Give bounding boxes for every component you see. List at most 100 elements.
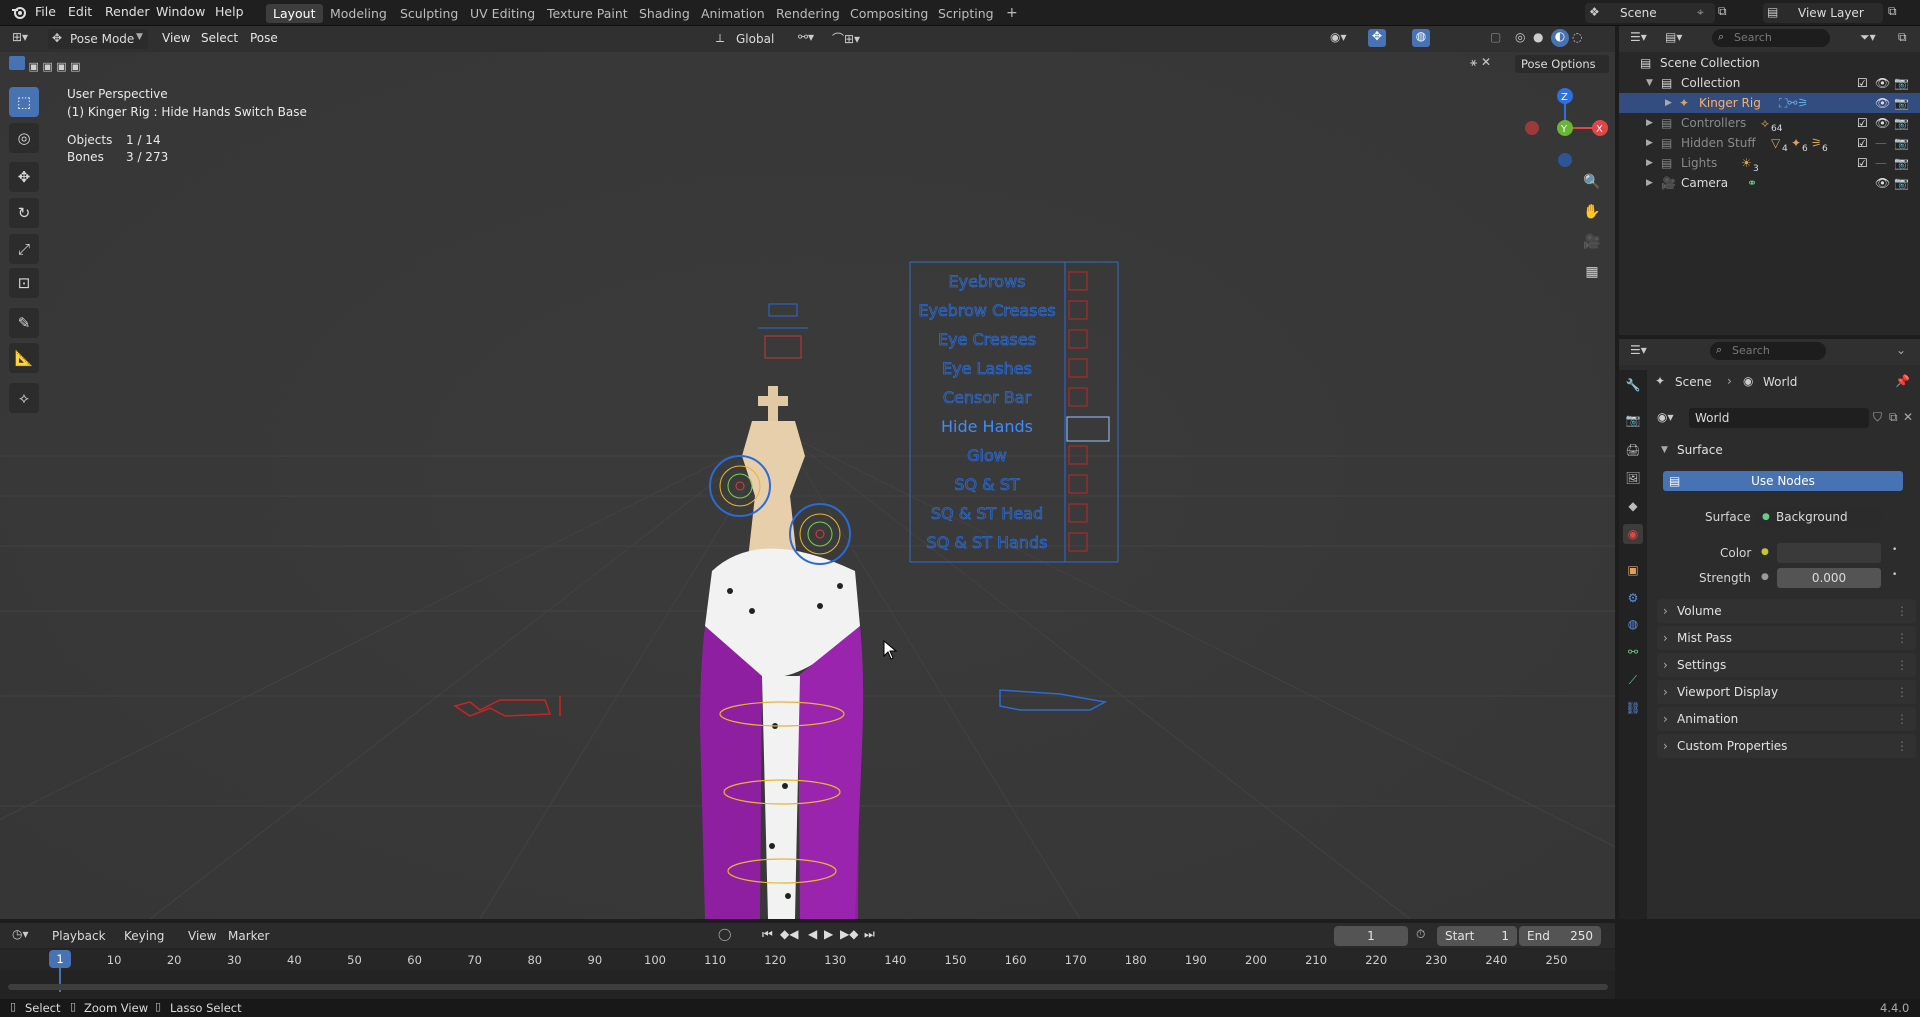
panel-custom-properties[interactable]: › Custom Properties ⋮ bbox=[1657, 734, 1916, 758]
menu-render[interactable]: Render bbox=[105, 4, 150, 19]
view-layer-tab-icon[interactable]: 🖼 bbox=[1623, 468, 1643, 488]
select-box-tool[interactable]: ⬚ bbox=[9, 87, 39, 117]
breadcrumb-scene[interactable]: Scene bbox=[1675, 375, 1712, 389]
drag-handle-icon[interactable]: ⋮ bbox=[1896, 734, 1908, 758]
fake-user-icon[interactable]: ⛉ bbox=[1873, 410, 1882, 425]
mode-selector[interactable]: ✥ Pose Mode ▼ bbox=[48, 29, 148, 49]
pin-icon[interactable]: 📌 bbox=[1895, 374, 1910, 388]
drag-handle-icon[interactable]: ⋮ bbox=[1896, 626, 1908, 650]
scene-tab-icon[interactable]: ◆ bbox=[1623, 496, 1643, 516]
drag-handle-icon[interactable]: ⋮ bbox=[1896, 599, 1908, 623]
outliner-row-lights[interactable]: ▶ ▤ Lights ☀ 3 ☑ — 📷 bbox=[1619, 153, 1920, 174]
annotate-tool[interactable]: ✎ bbox=[9, 308, 39, 338]
checkbox-icon[interactable]: ☑ bbox=[1857, 113, 1868, 133]
output-tab-icon[interactable]: 🖨 bbox=[1623, 440, 1643, 460]
tab-modeling[interactable]: Modeling bbox=[323, 4, 394, 23]
scale-tool[interactable]: ⤢ bbox=[9, 234, 39, 264]
timeline-scrollbar[interactable] bbox=[8, 984, 1608, 990]
camera-view-icon[interactable]: 🎥 bbox=[1578, 228, 1606, 256]
move-tool[interactable]: ✥ bbox=[9, 162, 39, 192]
transform-tool[interactable]: ⊡ bbox=[9, 268, 39, 298]
tab-uv-editing[interactable]: UV Editing bbox=[463, 4, 542, 23]
snap-icon[interactable]: ⌒⊞▾ bbox=[832, 30, 860, 47]
outliner-search[interactable]: ⌕ Search bbox=[1712, 29, 1830, 47]
xray-bones-icon[interactable]: ⚹ ✕ bbox=[1470, 55, 1491, 70]
filter-icon[interactable]: ⏷▾ bbox=[1860, 30, 1876, 45]
gizmo-toggle-icon[interactable]: ✥ bbox=[1368, 29, 1386, 47]
zoom-icon[interactable]: 🔍 bbox=[1578, 168, 1606, 196]
tab-sculpting[interactable]: Sculpting bbox=[393, 4, 465, 23]
auto-keying-icon[interactable]: ◯ bbox=[718, 927, 731, 941]
surface-panel-header[interactable]: ▼ Surface bbox=[1657, 438, 1916, 462]
drag-handle-icon[interactable]: ⋮ bbox=[1896, 707, 1908, 731]
bone-tab-icon[interactable]: ⟋ bbox=[1623, 670, 1643, 690]
outliner-row-kinger-rig[interactable]: ▶ ✦ Kinger Rig ⛶⚯⚞ 👁 📷 bbox=[1619, 93, 1920, 113]
camera-icon[interactable]: 📷 bbox=[1894, 73, 1909, 93]
rotate-tool[interactable]: ↻ bbox=[9, 198, 39, 228]
play-icon[interactable]: ▶ bbox=[824, 927, 833, 941]
surface-field[interactable]: ● Background bbox=[1756, 507, 1882, 527]
bone-constraint-tab-icon[interactable]: ⛓ bbox=[1623, 698, 1643, 718]
end-frame-field[interactable]: End 250 bbox=[1519, 926, 1601, 946]
keyframe-dot-icon[interactable]: • bbox=[1892, 545, 1897, 555]
playhead[interactable]: 1 bbox=[49, 950, 71, 968]
play-reverse-icon[interactable]: ◀ bbox=[808, 927, 817, 941]
add-workspace-button[interactable]: + bbox=[999, 4, 1025, 23]
cursor-tool[interactable]: ◎ bbox=[9, 123, 39, 153]
perspective-toggle-icon[interactable]: ▦ bbox=[1578, 258, 1606, 286]
keyframe-dot-icon[interactable]: • bbox=[1892, 570, 1897, 580]
navigation-gizmo[interactable]: Z Y X bbox=[1520, 86, 1612, 168]
menu-playback[interactable]: Playback bbox=[52, 929, 106, 943]
outliner-row-controllers[interactable]: ▶ ▤ Controllers ⟡ 64 ☑ 👁 📷 bbox=[1619, 113, 1920, 134]
modifier-tab-icon[interactable]: ⚙ bbox=[1623, 588, 1643, 608]
pose-options-button[interactable]: Pose Options bbox=[1515, 55, 1609, 73]
camera-icon[interactable]: 📷 bbox=[1894, 113, 1909, 133]
outliner-editor-icon[interactable]: ☰▾ bbox=[1630, 30, 1647, 44]
menu-help[interactable]: Help bbox=[215, 4, 244, 19]
camera-icon[interactable]: 📷 bbox=[1894, 93, 1909, 113]
blender-logo-icon[interactable] bbox=[10, 4, 27, 21]
eye-icon[interactable]: 👁 bbox=[1875, 93, 1890, 113]
jump-keyframe-back-icon[interactable]: ◆◀ bbox=[780, 927, 798, 941]
tab-shading[interactable]: Shading bbox=[632, 4, 697, 23]
select-mode-icons[interactable]: ▣ ▣ ▣ ▣ bbox=[9, 56, 103, 73]
checkbox-icon[interactable]: ☑ bbox=[1857, 73, 1868, 93]
rendered-shading-icon[interactable]: ◌ bbox=[1572, 30, 1582, 44]
measure-tool[interactable]: 📐 bbox=[9, 343, 39, 373]
chevron-down-icon[interactable]: ⌄ bbox=[1896, 343, 1906, 357]
properties-search[interactable]: ⌕ Search bbox=[1710, 342, 1826, 360]
world-name-field[interactable]: World bbox=[1689, 408, 1869, 428]
world-datablock[interactable]: ◉▾ World ⛉ ⧉ ✕ bbox=[1655, 408, 1913, 428]
breadcrumb-world[interactable]: World bbox=[1763, 375, 1797, 389]
new-scene-icon[interactable]: ⧉ bbox=[1718, 4, 1727, 19]
panel-viewport-display[interactable]: › Viewport Display ⋮ bbox=[1657, 680, 1916, 704]
world-tab-icon[interactable]: ◉ bbox=[1623, 524, 1643, 544]
use-nodes-button[interactable]: ▤ Use Nodes bbox=[1663, 471, 1903, 491]
menu-file[interactable]: File bbox=[35, 4, 56, 19]
camera-icon[interactable]: 📷 bbox=[1894, 173, 1909, 193]
outliner-row-scene-collection[interactable]: ▤ Scene Collection bbox=[1619, 53, 1920, 73]
eye-icon[interactable]: 👁 bbox=[1875, 113, 1890, 133]
drag-handle-icon[interactable]: ⋮ bbox=[1896, 680, 1908, 704]
properties-editor-icon[interactable]: ☰▾ bbox=[1630, 343, 1647, 357]
menu-pose[interactable]: Pose bbox=[250, 31, 278, 45]
tab-layout[interactable]: Layout bbox=[266, 4, 323, 23]
camera-icon[interactable]: 📷 bbox=[1894, 133, 1909, 153]
camera-icon[interactable]: 📷 bbox=[1894, 153, 1909, 173]
object-tab-icon[interactable]: ▣ bbox=[1623, 560, 1643, 580]
scene-selector[interactable]: ❖ Scene ⌖ bbox=[1585, 3, 1715, 23]
menu-view[interactable]: View bbox=[162, 31, 190, 45]
outliner-row-hidden-stuff[interactable]: ▶ ▤ Hidden Stuff ▽ 4 ✦ 6 ⚞ 6 ☑ — 📷 bbox=[1619, 133, 1920, 154]
tool-tab-icon[interactable]: 🔧 bbox=[1623, 375, 1643, 395]
tab-animation[interactable]: Animation bbox=[694, 4, 772, 23]
physics-tab-icon[interactable]: ◍ bbox=[1623, 614, 1643, 634]
panel-animation[interactable]: › Animation ⋮ bbox=[1657, 707, 1916, 731]
start-frame-field[interactable]: Start 1 bbox=[1437, 926, 1517, 946]
duplicate-icon[interactable]: ⧉ bbox=[1889, 410, 1898, 425]
strength-field[interactable]: 0.000 bbox=[1777, 568, 1881, 588]
orientation-selector[interactable]: ⟂ Global bbox=[714, 29, 790, 49]
outliner-row-camera[interactable]: ▶ 🎥 Camera ⚭ 👁 📷 bbox=[1619, 173, 1920, 193]
timeline-editor-icon[interactable]: ◷▾ bbox=[12, 927, 29, 941]
panel-volume[interactable]: › Volume ⋮ bbox=[1657, 599, 1916, 623]
tab-compositing[interactable]: Compositing bbox=[843, 4, 935, 23]
